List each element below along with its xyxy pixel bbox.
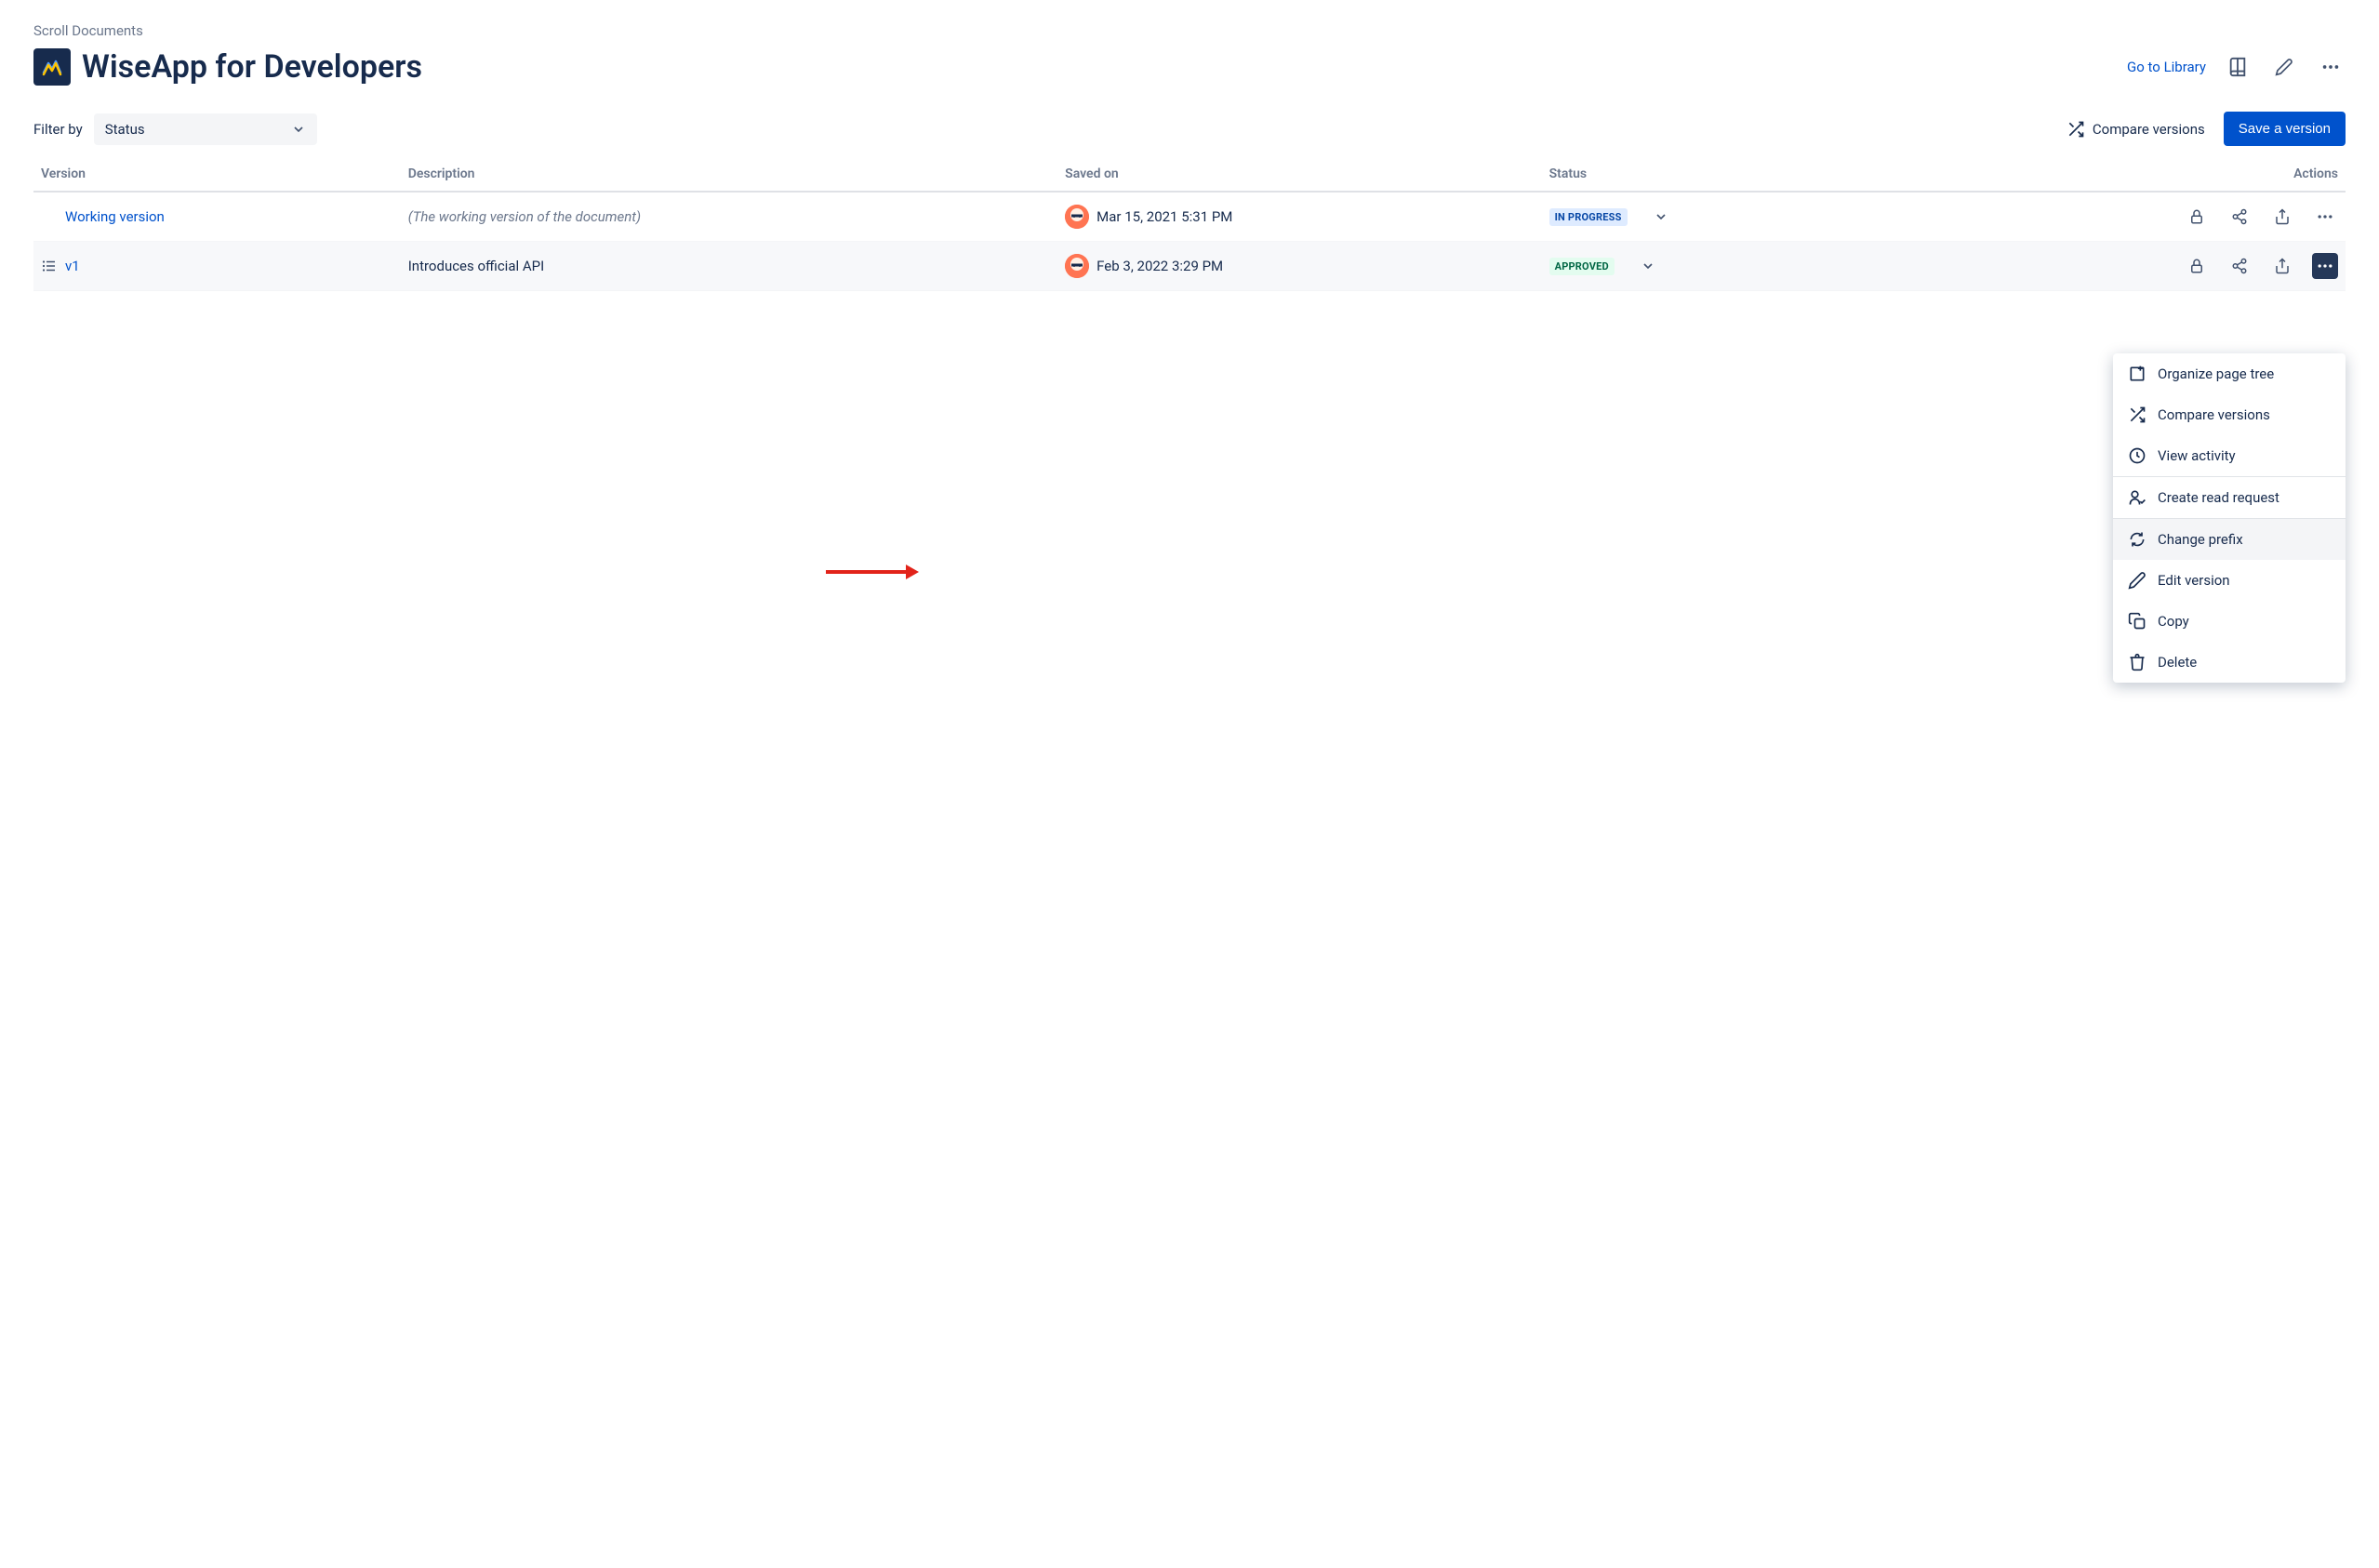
compare-versions-button[interactable]: Compare versions [2067, 120, 2205, 139]
trash-icon [2128, 653, 2146, 671]
edit-icon[interactable] [2269, 52, 2299, 82]
menu-label: Compare versions [2158, 406, 2270, 423]
chevron-down-icon[interactable] [1641, 259, 1655, 273]
page-tree-icon[interactable] [41, 258, 58, 274]
status-badge: APPROVED [1549, 258, 1615, 275]
edit-icon [2128, 571, 2146, 590]
menu-compare-versions[interactable]: Compare versions [2113, 394, 2346, 435]
menu-organize-page-tree[interactable]: Organize page tree [2113, 353, 2346, 394]
menu-label: Organize page tree [2158, 365, 2274, 382]
menu-edit-version[interactable]: Edit version [2113, 560, 2346, 601]
table-row: v1 Introduces official API Feb 3, 2022 3… [33, 242, 2346, 291]
avatar [1065, 205, 1089, 229]
menu-label: View activity [2158, 447, 2236, 464]
version-link[interactable]: Working version [65, 208, 165, 225]
avatar [1065, 254, 1089, 278]
share-icon[interactable] [2226, 253, 2253, 279]
go-to-library-link[interactable]: Go to Library [2127, 59, 2206, 75]
save-version-button[interactable]: Save a version [2224, 112, 2346, 146]
col-description: Description [401, 157, 1057, 192]
page-header: WiseApp for Developers Go to Library [33, 48, 2346, 86]
actions-dropdown: Organize page tree Compare versions View… [2113, 353, 2346, 683]
saved-on-value: Feb 3, 2022 3:29 PM [1096, 258, 1223, 274]
compare-versions-label: Compare versions [2093, 121, 2205, 138]
share-icon[interactable] [2226, 204, 2253, 230]
menu-delete[interactable]: Delete [2113, 642, 2346, 683]
clock-icon [2128, 446, 2146, 465]
col-status: Status [1542, 157, 1897, 192]
annotation-arrow [826, 563, 919, 581]
menu-label: Delete [2158, 654, 2197, 671]
cycle-icon [2128, 530, 2146, 549]
more-icon[interactable] [2316, 52, 2346, 82]
chevron-down-icon [291, 122, 306, 137]
user-check-icon [2128, 488, 2146, 507]
shuffle-icon [2067, 120, 2085, 139]
breadcrumb[interactable]: Scroll Documents [33, 22, 2346, 39]
col-saved-on: Saved on [1057, 157, 1541, 192]
app-logo-icon [33, 48, 71, 86]
menu-change-prefix[interactable]: Change prefix [2113, 519, 2346, 560]
menu-copy[interactable]: Copy [2113, 601, 2346, 642]
menu-create-read-request[interactable]: Create read request [2113, 477, 2346, 518]
toolbar: Filter by Status Compare versions Save a… [33, 112, 2346, 146]
more-icon[interactable] [2312, 253, 2338, 279]
export-icon[interactable] [2269, 204, 2295, 230]
menu-view-activity[interactable]: View activity [2113, 435, 2346, 476]
lock-icon[interactable] [2184, 204, 2210, 230]
shuffle-icon [2128, 405, 2146, 424]
lock-icon[interactable] [2184, 253, 2210, 279]
version-link[interactable]: v1 [65, 258, 80, 274]
more-icon[interactable] [2312, 204, 2338, 230]
status-select[interactable]: Status [94, 113, 317, 145]
menu-label: Copy [2158, 613, 2189, 630]
page-title: WiseApp for Developers [82, 48, 422, 86]
book-icon[interactable] [2223, 52, 2253, 82]
filter-by-label: Filter by [33, 121, 83, 138]
versions-table: Version Description Saved on Status Acti… [33, 157, 2346, 291]
version-description: Introduces official API [408, 258, 544, 274]
menu-label: Edit version [2158, 572, 2230, 589]
export-icon[interactable] [2269, 253, 2295, 279]
table-row: Working version (The working version of … [33, 192, 2346, 242]
page-tree-add-icon [2128, 365, 2146, 383]
version-description: (The working version of the document) [408, 208, 641, 225]
saved-on-value: Mar 15, 2021 5:31 PM [1096, 208, 1232, 225]
menu-label: Create read request [2158, 489, 2279, 506]
copy-icon [2128, 612, 2146, 631]
menu-label: Change prefix [2158, 531, 2243, 548]
status-select-value: Status [105, 121, 145, 138]
col-actions: Actions [1896, 157, 2346, 192]
status-badge: IN PROGRESS [1549, 208, 1628, 226]
col-version: Version [33, 157, 401, 192]
chevron-down-icon[interactable] [1654, 209, 1668, 224]
